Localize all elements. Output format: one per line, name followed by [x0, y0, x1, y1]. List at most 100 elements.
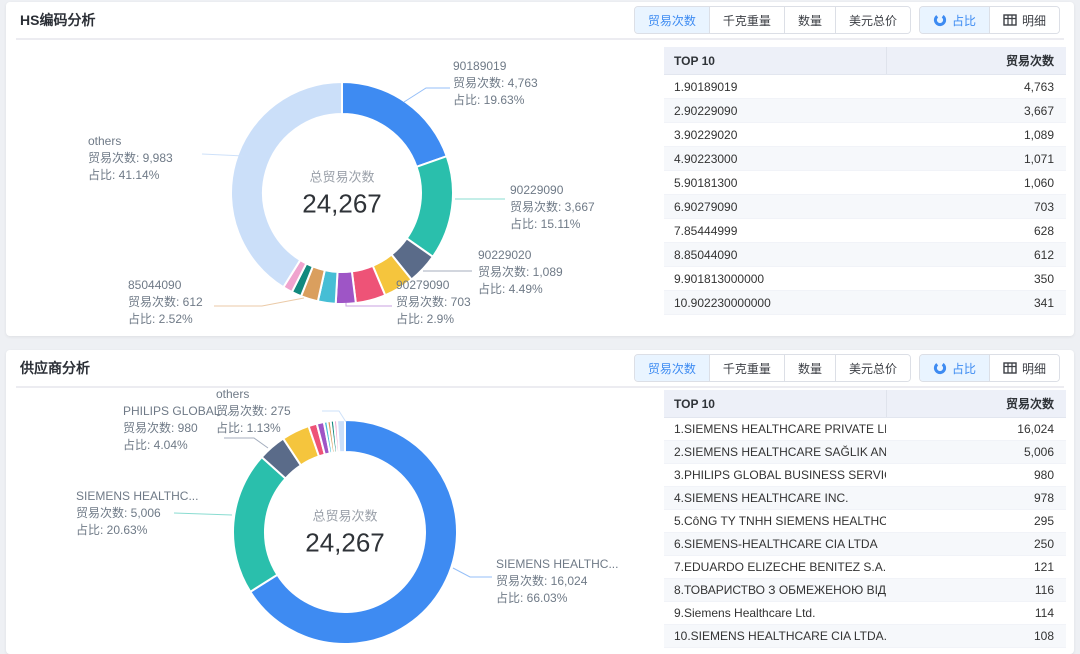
pie-label-line: 占比: 20.63%	[76, 522, 198, 539]
table-row[interactable]: 10.902230000000341	[664, 291, 1066, 315]
value-cell: 1,071	[886, 147, 1066, 170]
rank-name-cell: 7.EDUARDO ELIZECHE BENITEZ S.A.C.	[664, 556, 886, 578]
pie-label-line: 占比: 66.03%	[496, 590, 618, 607]
table-row[interactable]: 10.SIEMENS HEALTHCARE CIA LTDA.108	[664, 625, 1066, 648]
table-row[interactable]: 5.901813001,060	[664, 171, 1066, 195]
rank-name-cell: 4.SIEMENS HEALTHCARE INC.	[664, 487, 886, 509]
pie-label-line: 占比: 15.11%	[510, 216, 595, 233]
table-row[interactable]: 4.902230001,071	[664, 147, 1066, 171]
pie-label-line: 占比: 2.52%	[128, 311, 203, 328]
pie-slice[interactable]	[231, 82, 342, 287]
pie-slice[interactable]	[407, 156, 453, 257]
card-header: HS编码分析 贸易次数 千克重量 数量 美元总价 占比	[16, 2, 1064, 40]
table-row[interactable]: 2.SIEMENS HEALTHCARE SAĞLIK ANONİM ŞİRKE…	[664, 441, 1066, 464]
pie-slice[interactable]	[337, 420, 345, 452]
value-cell: 350	[886, 267, 1066, 290]
value-cell: 612	[886, 243, 1066, 266]
table-header-row: TOP 10 贸易次数	[664, 390, 1066, 418]
pie-label-line: SIEMENS HEALTHC...	[496, 556, 618, 573]
view-button-detail[interactable]: 明细	[989, 355, 1059, 381]
rank-name-cell: 9.901813000000	[664, 267, 886, 290]
table-icon	[1003, 14, 1017, 26]
value-cell: 1,089	[886, 123, 1066, 146]
view-button-detail[interactable]: 明细	[989, 7, 1059, 33]
rank-name-cell: 6.SIEMENS-HEALTHCARE CIA LTDA	[664, 533, 886, 555]
metric-button-group: 贸易次数 千克重量 数量 美元总价	[634, 354, 911, 382]
metric-button-usd-total[interactable]: 美元总价	[835, 7, 910, 33]
pie-label-line: others	[88, 133, 173, 150]
table-row[interactable]: 3.PHILIPS GLOBAL BUSINESS SERVICES LLP98…	[664, 464, 1066, 487]
pie-slice[interactable]	[233, 457, 286, 592]
table-row[interactable]: 9.Siemens Healthcare Ltd.114	[664, 602, 1066, 625]
table-row[interactable]: 5.CôNG TY TNHH SIEMENS HEALTHCARE.295	[664, 510, 1066, 533]
pie-slice[interactable]	[342, 82, 447, 167]
view-button-label: 占比	[952, 360, 976, 377]
pie-label-line: 占比: 41.14%	[88, 167, 173, 184]
metric-button-quantity[interactable]: 数量	[784, 355, 835, 381]
table-row[interactable]: 8.ТОВАРИСТВО З ОБМЕЖЕНОЮ ВІДПОВІДАЛЬНІСТ…	[664, 579, 1066, 602]
table-row[interactable]: 3.902290201,089	[664, 123, 1066, 147]
table-row[interactable]: 6.90279090703	[664, 195, 1066, 219]
section-title: 供应商分析	[20, 358, 90, 378]
rank-name-cell: 3.PHILIPS GLOBAL BUSINESS SERVICES LLP	[664, 464, 886, 486]
rank-name-cell: 2.SIEMENS HEALTHCARE SAĞLIK ANONİM ŞİRKE…	[664, 441, 886, 463]
metric-button-kg-weight[interactable]: 千克重量	[709, 355, 784, 381]
metric-button-usd-total[interactable]: 美元总价	[835, 355, 910, 381]
table-row[interactable]: 1.901890194,763	[664, 75, 1066, 99]
pie-label-line: 85044090	[128, 277, 203, 294]
card-header: 供应商分析 贸易次数 千克重量 数量 美元总价 占比	[16, 350, 1064, 388]
supplier-analysis-card: 总贸易次数24,267others贸易次数: 275占比: 1.13%PHILI…	[6, 350, 1074, 654]
supplier-top10-table: TOP 10 贸易次数 1.SIEMENS HEALTHCARE PRIVATE…	[664, 390, 1066, 648]
rank-name-cell: 2.90229090	[664, 99, 886, 122]
pie-slice-label: PHILIPS GLOBAL ...贸易次数: 980占比: 4.04%	[123, 403, 233, 454]
pie-slice-label: others贸易次数: 9,983占比: 41.14%	[88, 133, 173, 184]
pie-label-line: PHILIPS GLOBAL ...	[123, 403, 233, 420]
metric-button-kg-weight[interactable]: 千克重量	[709, 7, 784, 33]
rank-name-cell: 5.CôNG TY TNHH SIEMENS HEALTHCARE.	[664, 510, 886, 532]
pie-label-line: 贸易次数: 4,763	[453, 75, 538, 92]
metric-button-quantity[interactable]: 数量	[784, 7, 835, 33]
pie-label-line: SIEMENS HEALTHC...	[76, 488, 198, 505]
view-button-proportion[interactable]: 占比	[920, 7, 989, 33]
rank-name-cell: 9.Siemens Healthcare Ltd.	[664, 602, 886, 624]
value-cell: 5,006	[886, 441, 1066, 463]
pie-slice-label: SIEMENS HEALTHC...贸易次数: 16,024占比: 66.03%	[496, 556, 618, 607]
table-row[interactable]: 7.EDUARDO ELIZECHE BENITEZ S.A.C.121	[664, 556, 1066, 579]
pie-label-line: others	[216, 386, 291, 403]
table-row[interactable]: 2.902290903,667	[664, 99, 1066, 123]
table-row[interactable]: 4.SIEMENS HEALTHCARE INC.978	[664, 487, 1066, 510]
section-title: HS编码分析	[20, 10, 95, 30]
hs-code-top10-table: TOP 10 贸易次数 1.901890194,7632.902290903,6…	[664, 47, 1066, 315]
value-cell: 628	[886, 219, 1066, 242]
rank-name-cell: 10.902230000000	[664, 291, 886, 314]
pie-label-line: 贸易次数: 980	[123, 420, 233, 437]
table-row[interactable]: 7.85444999628	[664, 219, 1066, 243]
label-leader-line	[214, 298, 304, 306]
table-header-top10: TOP 10	[664, 390, 886, 417]
table-row[interactable]: 9.901813000000350	[664, 267, 1066, 291]
label-leader-line	[453, 568, 492, 577]
table-row[interactable]: 8.85044090612	[664, 243, 1066, 267]
rank-name-cell: 5.90181300	[664, 171, 886, 194]
pie-label-line: 占比: 2.9%	[396, 311, 471, 328]
metric-button-trade-count[interactable]: 贸易次数	[635, 7, 709, 33]
view-button-label: 明细	[1022, 12, 1046, 29]
value-cell: 703	[886, 195, 1066, 218]
table-row[interactable]: 6.SIEMENS-HEALTHCARE CIA LTDA250	[664, 533, 1066, 556]
pie-label-line: 贸易次数: 16,024	[496, 573, 618, 590]
pie-label-line: 贸易次数: 703	[396, 294, 471, 311]
toolbar: 贸易次数 千克重量 数量 美元总价 占比	[634, 354, 1060, 382]
view-button-label: 占比	[952, 12, 976, 29]
pie-slice-label: SIEMENS HEALTHC...贸易次数: 5,006占比: 20.63%	[76, 488, 198, 539]
view-button-proportion[interactable]: 占比	[920, 355, 989, 381]
value-cell: 250	[886, 533, 1066, 555]
value-cell: 116	[886, 579, 1066, 601]
metric-button-trade-count[interactable]: 贸易次数	[635, 355, 709, 381]
pie-label-line: 贸易次数: 9,983	[88, 150, 173, 167]
table-row[interactable]: 1.SIEMENS HEALTHCARE PRIVATE LIMITED16,0…	[664, 418, 1066, 441]
pie-label-line: 90229020	[478, 247, 563, 264]
table-header-trade-count: 贸易次数	[886, 390, 1066, 417]
view-button-group: 占比 明细	[919, 6, 1060, 34]
pie-label-line: 占比: 4.49%	[478, 281, 563, 298]
pie-slice-label: 90229020贸易次数: 1,089占比: 4.49%	[478, 247, 563, 298]
